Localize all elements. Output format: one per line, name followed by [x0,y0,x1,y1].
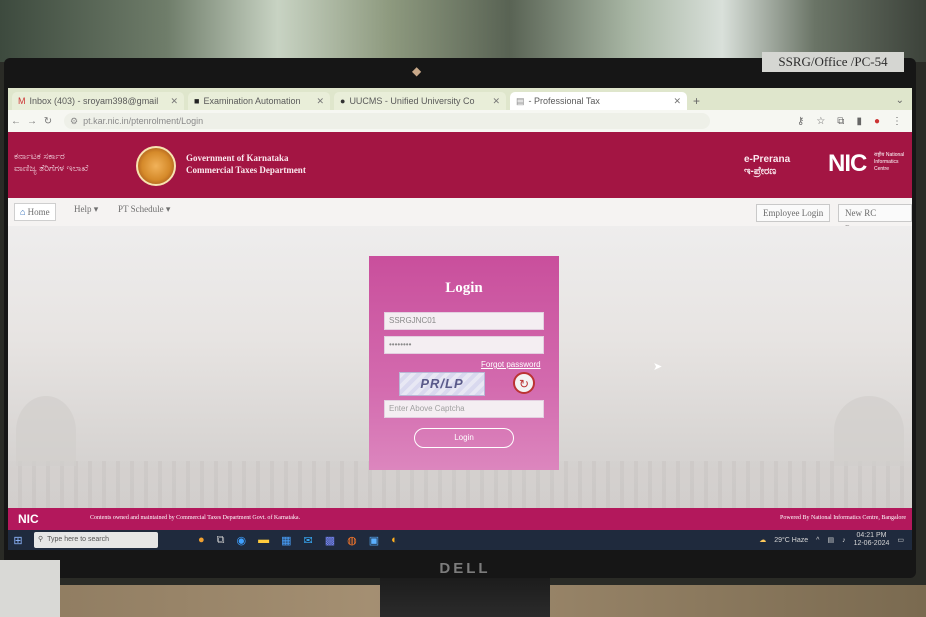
search-icon: ⚲ [38,536,44,543]
system-tray: ☁ 29°C Haze ^ ▤ ♪ 04:21 PM 12-06-2024 ▭ [759,532,912,548]
tab-search-icon[interactable]: ⌄ [896,92,904,110]
tab-examination[interactable]: ■ Examination Automation ✕ [188,92,330,110]
edge-icon[interactable]: ◉ [237,534,247,547]
close-icon[interactable]: ✕ [164,96,178,107]
extensions-icon[interactable]: ⧉ [837,116,844,127]
pt-schedule-menu[interactable]: PT Schedule ▾ [118,204,170,215]
sidebar-icon[interactable]: ▮ [856,116,862,127]
gmail-icon: M [18,96,26,106]
toolbar-right: ⚷ ☆ ⧉ ▮ ● ⋮ [797,116,912,127]
tab-label: UUCMS - Unified University Co [349,96,475,106]
close-icon[interactable]: ✕ [667,96,681,107]
weather-icon: ☁ [759,537,767,544]
help-menu[interactable]: Help ▾ [74,204,98,215]
home-button[interactable]: ⌂ Home [14,203,56,221]
employee-login-button[interactable]: Employee Login [756,204,831,222]
back-icon[interactable]: ← [8,116,24,127]
new-tab-button[interactable]: + [693,92,700,110]
password-field[interactable]: •••••••• [384,336,544,354]
uucms-icon: ● [340,96,346,106]
close-icon[interactable]: ✕ [310,96,324,107]
footer-powered-by: Powered By National Informatics Centre, … [780,515,906,521]
windows-start-icon[interactable]: ⊞ [8,534,28,547]
volume-icon[interactable]: ♪ [842,537,846,544]
taskbar-apps: ● ⧉ ◉ ▬ ▦ ✉ ▩ ◍ ▣ ◐ [198,534,398,547]
notification-icon[interactable]: ▭ [897,536,904,544]
login-title: Login [445,280,483,296]
nic-logo: NIC [828,150,867,177]
camera-icon: ◆ [412,64,422,78]
windows-taskbar: ⊞ ⚲ Type here to search ● ⧉ ◉ ▬ ▦ ✉ ▩ ◍ … [8,530,912,550]
address-bar-row: ← → ↻ ⚙ pt.kar.nic.in/ptenrolment/Login … [8,110,912,132]
home-icon: ⌂ [20,207,26,217]
chrome-icon[interactable]: ◐ [391,534,398,547]
app-icon[interactable]: ▣ [369,534,379,547]
menu-icon[interactable]: ⋮ [892,116,902,127]
tab-gmail[interactable]: M Inbox (403) - sroyam398@gmail ✕ [12,92,184,110]
footer-ownership-text: Contents owned and maintained by Commerc… [90,515,301,521]
login-button[interactable]: Login [414,428,514,448]
mouse-cursor-icon: ➤ [653,361,663,373]
app-icon: ■ [194,96,200,106]
karnataka-emblem-icon [136,146,176,186]
desk-object [0,560,60,617]
tab-label: Inbox (403) - sroyam398@gmail [29,96,159,106]
screen: M Inbox (403) - sroyam398@gmail ✕ ■ Exam… [8,88,912,550]
clock[interactable]: 04:21 PM 12-06-2024 [854,532,890,548]
url-field[interactable]: ⚙ pt.kar.nic.in/ptenrolment/Login [64,113,710,129]
mail-icon[interactable]: ✉ [304,534,313,547]
reload-icon[interactable]: ↻ [40,116,56,127]
page-icon: ▤ [516,95,525,106]
site-header: ಕರ್ನಾಟಕ ಸರ್ಕಾರ ವಾಣಿಜ್ಯ ತೆರಿಗೆಗಳ ಇಲಾಖೆ Go… [8,132,912,198]
forward-icon[interactable]: → [24,116,40,127]
file-explorer-icon[interactable]: ▬ [258,534,269,547]
app-icon[interactable]: ▩ [325,534,335,547]
tab-uucms[interactable]: ● UUCMS - Unified University Co ✕ [334,92,506,110]
login-card: Login SSRGJNC01 •••••••• Forgot password… [369,256,559,470]
username-field[interactable]: SSRGJNC01 [384,312,544,330]
task-view-icon[interactable]: ⧉ [217,534,225,547]
monitor-stand [380,578,550,617]
star-icon[interactable]: ☆ [816,116,825,127]
store-icon[interactable]: ▦ [281,534,291,547]
footer-nic-logo: NIC [18,512,39,526]
tab-professional-tax[interactable]: ▤ - Professional Tax ✕ [510,92,687,110]
refresh-captcha-icon[interactable]: ↻ [513,372,535,394]
asset-sticker: SSRG/Office /PC-54 [762,52,904,72]
weather-text[interactable]: 29°C Haze [774,537,808,544]
kannada-title: ಕರ್ನಾಟಕ ಸರ್ಕಾರ ವಾಣಿಜ್ಯ ತೆರಿಗೆಗಳ ಇಲಾಖೆ [14,151,89,173]
forgot-password-link[interactable]: Forgot password [481,360,541,369]
widget-icon[interactable]: ● [198,534,205,547]
site-menu-bar: ⌂ Home Help ▾ PT Schedule ▾ Employee Log… [8,198,912,234]
browser-tab-bar: M Inbox (403) - sroyam398@gmail ✕ ■ Exam… [8,88,912,110]
close-icon[interactable]: ✕ [486,96,500,107]
url-text: pt.kar.nic.in/ptenrolment/Login [83,116,204,126]
dome-right [834,396,904,466]
e-prerana-logo: e-Prerana ಇ-ಪ್ರೇರಣ [744,154,791,177]
network-icon[interactable]: ▤ [827,536,834,544]
department-title: Government of Karnataka Commercial Taxes… [186,153,306,175]
taskbar-search[interactable]: ⚲ Type here to search [34,532,158,548]
new-rc-request-button[interactable]: New RC Request [838,204,912,234]
tab-label: Examination Automation [203,96,301,106]
dome-left [16,396,76,466]
profile-icon[interactable]: ● [874,116,880,127]
captcha-input[interactable]: Enter Above Captcha [384,400,544,418]
tray-overflow-icon[interactable]: ^ [816,537,819,544]
dell-logo: DELL [439,560,491,577]
site-footer: NIC Contents owned and maintained by Com… [8,508,912,530]
nic-subtitle: राष्ट्रीय National Informatics Centre [874,152,905,172]
tab-label: - Professional Tax [528,96,600,106]
site-info-icon[interactable]: ⚙ [70,116,78,127]
firefox-icon[interactable]: ◍ [347,534,357,547]
key-icon[interactable]: ⚷ [797,116,804,127]
captcha-image: PR/LP [399,372,485,396]
